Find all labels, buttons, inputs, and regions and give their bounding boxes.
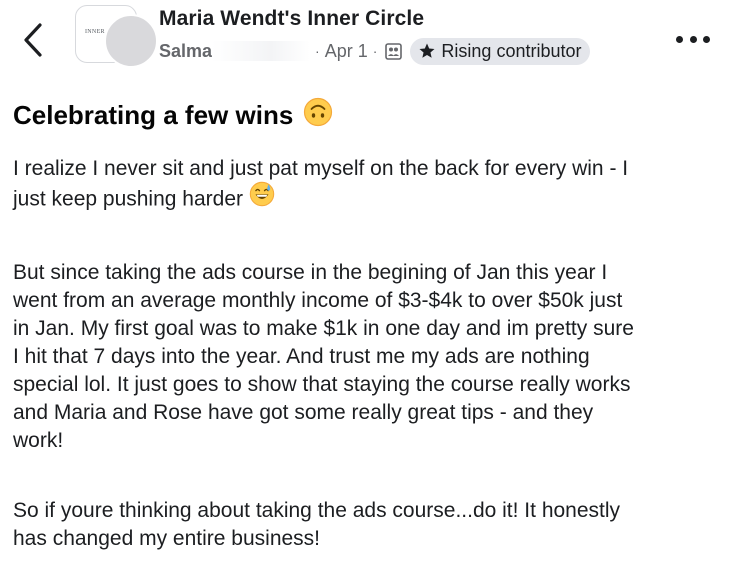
- post-line: special lol. It just goes to show that s…: [13, 373, 631, 396]
- badge-label: Rising contributor: [441, 40, 582, 61]
- post-title: Celebrating a few wins: [13, 97, 333, 134]
- more-dots-icon: [676, 35, 683, 43]
- group-name[interactable]: Maria Wendt's Inner Circle: [159, 7, 424, 31]
- post-date[interactable]: Apr 1: [325, 41, 368, 62]
- more-dots-icon: [689, 35, 697, 43]
- post-paragraph-1: I realize I never sit and just pat mysel…: [13, 155, 725, 217]
- post-line: has changed my entire business!: [13, 527, 321, 550]
- post-line: But since taking the ads course in the b…: [13, 261, 608, 284]
- meta-separator: ·: [315, 43, 320, 59]
- post-line: So if youre thinking about taking the ad…: [13, 499, 621, 522]
- more-options-button[interactable]: [676, 28, 710, 50]
- rising-contributor-badge[interactable]: Rising contributor: [410, 37, 591, 65]
- chevron-left-icon: [24, 23, 42, 57]
- meta-separator: ·: [372, 43, 378, 59]
- upside-down-face-emoji-icon: [303, 97, 333, 134]
- post-paragraph-2: But since taking the ads course in the b…: [13, 259, 725, 455]
- post-line: work!: [13, 429, 64, 452]
- more-dots-icon: [703, 35, 710, 43]
- post-line: in Jan. My first goal was to make $1k in…: [13, 317, 634, 340]
- post-line: I realize I never sit and just pat mysel…: [13, 157, 629, 180]
- post-title-text: Celebrating a few wins: [13, 100, 294, 130]
- post-paragraph-3: So if youre thinking about taking the ad…: [13, 497, 725, 553]
- post-line: and Maria and Rose have got some really …: [13, 401, 594, 424]
- group-thumbnail-text: INNER: [85, 29, 105, 35]
- post-line: I hit that 7 days into the year. And tru…: [13, 345, 590, 368]
- post-meta: Salma · Apr 1 · Rising contributor: [159, 37, 591, 65]
- author-name-overflow: [212, 41, 311, 61]
- post-line: just keep pushing harder: [13, 181, 725, 217]
- grinning-sweat-emoji-icon: [249, 181, 275, 215]
- group-members-icon: [384, 42, 402, 60]
- author-name[interactable]: Salma: [159, 41, 212, 62]
- post-line-text: just keep pushing harder: [13, 187, 243, 211]
- star-icon: [418, 42, 436, 60]
- post-line: went from an average monthly income of $…: [13, 289, 623, 312]
- back-button[interactable]: [18, 20, 48, 60]
- author-avatar[interactable]: [104, 14, 158, 68]
